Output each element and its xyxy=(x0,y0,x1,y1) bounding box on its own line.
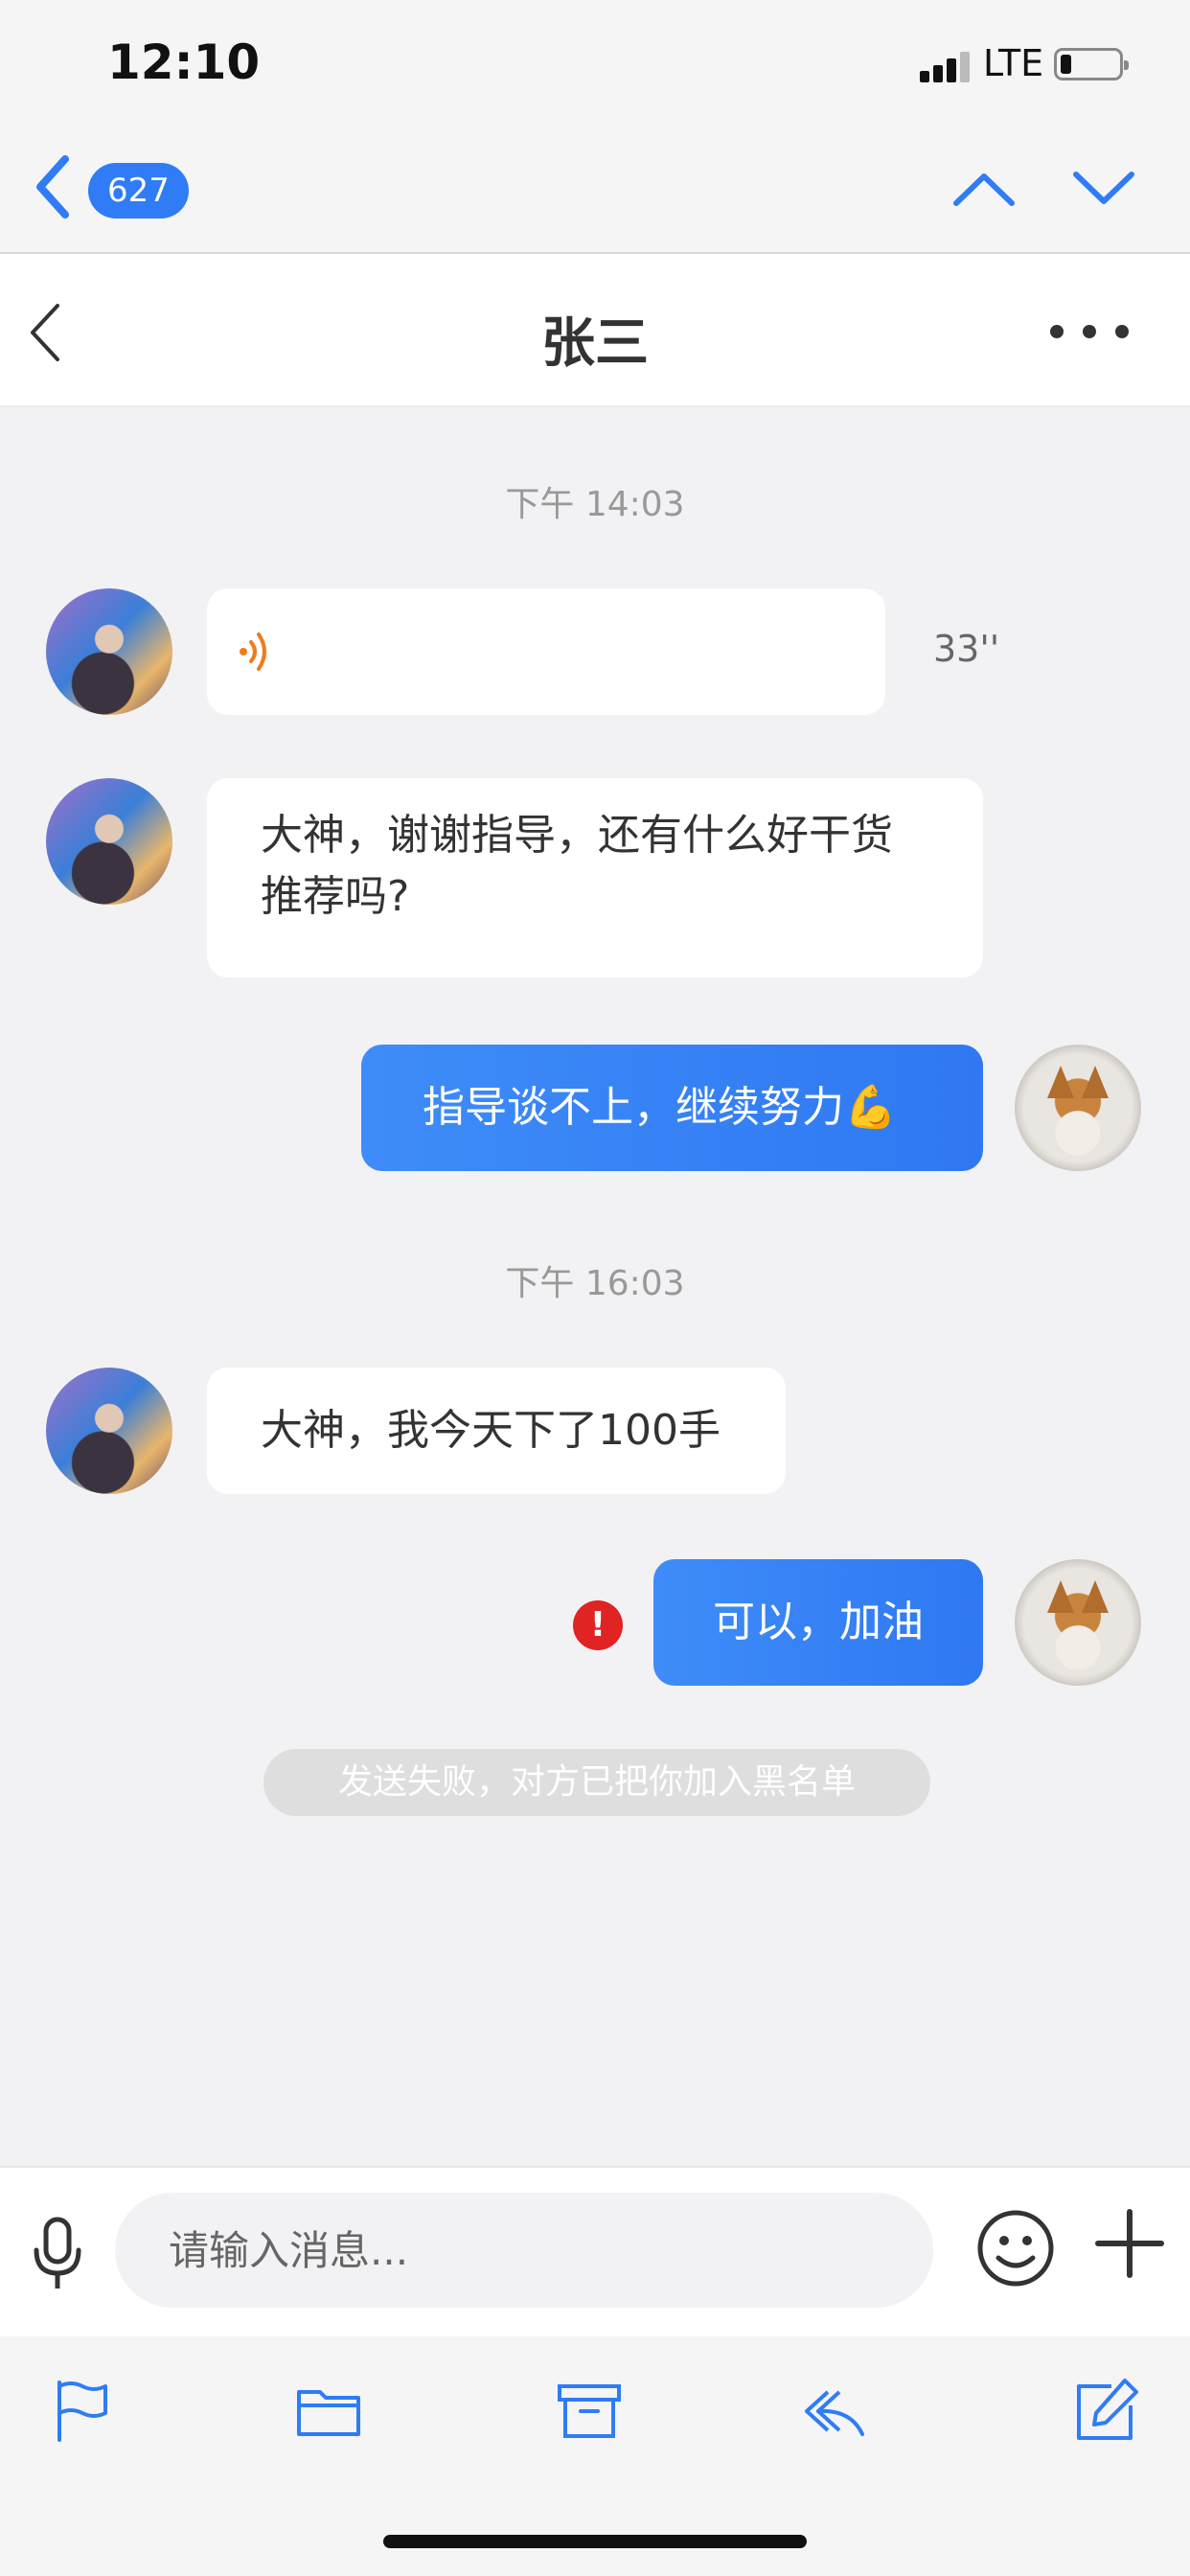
message-bubble-outgoing[interactable]: 指导谈不上，继续努力💪 xyxy=(361,1045,983,1171)
battery-icon xyxy=(1054,48,1129,80)
signal-icon xyxy=(920,52,973,82)
my-avatar[interactable] xyxy=(1015,1559,1141,1686)
input-bar xyxy=(0,2166,1190,2336)
home-indicator[interactable] xyxy=(383,2535,807,2548)
network-type: LTE xyxy=(983,42,1044,84)
reply-icon[interactable] xyxy=(801,2377,868,2444)
message-bubble-outgoing[interactable]: 可以，加油 xyxy=(653,1559,983,1686)
message-input[interactable] xyxy=(115,2193,933,2308)
voice-message-bubble[interactable] xyxy=(207,588,885,715)
message-text-line: 大神，谢谢指导，还有什么好干货 xyxy=(261,811,893,860)
compose-icon[interactable] xyxy=(1073,2377,1140,2444)
status-time: 12:10 xyxy=(107,34,261,90)
mail-nav-bar: 627 xyxy=(0,125,1190,254)
folder-icon[interactable] xyxy=(295,2377,362,2444)
message-timestamp: 下午 14:03 xyxy=(505,485,685,524)
contact-avatar[interactable] xyxy=(46,1368,172,1494)
chevron-down-icon[interactable] xyxy=(1070,165,1137,213)
message-bubble-incoming[interactable]: 大神，我今天下了100手 xyxy=(207,1368,786,1494)
emoji-icon[interactable] xyxy=(975,2208,1056,2288)
contact-avatar[interactable] xyxy=(46,588,172,715)
voice-duration: 33'' xyxy=(933,628,1000,670)
send-failed-notice: 发送失败，对方已把你加入黑名单 xyxy=(263,1749,930,1816)
contact-avatar[interactable] xyxy=(46,778,172,905)
message-bubble-incoming[interactable]: 大神，谢谢指导，还有什么好干货 推荐吗? xyxy=(207,778,983,978)
flag-icon[interactable] xyxy=(50,2377,117,2444)
message-timestamp: 下午 16:03 xyxy=(505,1264,685,1303)
chevron-up-icon[interactable] xyxy=(950,165,1018,213)
chat-messages: 下午 14:03 33'' 大神，谢谢指导，还有什么好干货 推荐吗? 指导谈不上… xyxy=(0,409,1190,2166)
send-failed-icon[interactable]: ! xyxy=(573,1600,623,1650)
unread-count-badge[interactable]: 627 xyxy=(88,163,189,218)
status-bar: 12:10 LTE xyxy=(0,0,1190,125)
add-icon[interactable] xyxy=(1094,2208,1165,2279)
more-options-icon[interactable] xyxy=(1046,323,1133,342)
microphone-icon[interactable] xyxy=(29,2216,86,2292)
my-avatar[interactable] xyxy=(1015,1045,1141,1171)
back-chevron-icon[interactable] xyxy=(31,153,79,220)
contact-name: 张三 xyxy=(541,312,649,375)
voice-wave-icon xyxy=(240,632,266,671)
chat-header: 张三 xyxy=(0,254,1190,407)
message-text-line: 推荐吗? xyxy=(261,872,410,921)
archive-icon[interactable] xyxy=(556,2377,623,2444)
